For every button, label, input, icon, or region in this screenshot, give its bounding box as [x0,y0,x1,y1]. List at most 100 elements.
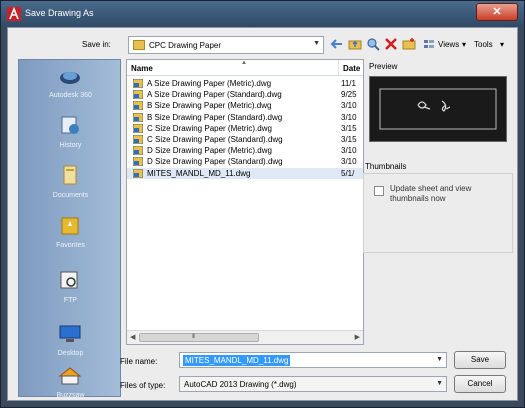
file-name: MITES_MANDL_MD_11.dwg [147,168,251,178]
dwg-file-icon [133,146,143,156]
file-name: D Size Drawing Paper (Standard).dwg [147,157,283,167]
back-arrow-icon[interactable] [330,37,344,51]
file-date: 3/10 [341,101,357,111]
chevron-down-icon: ▼ [436,380,443,387]
places-sidebar: Autodesk 360 History Documents Favorites… [18,59,122,399]
file-row[interactable]: A Size Drawing Paper (Metric).dwg 11/1 [127,78,363,89]
horizontal-scrollbar[interactable]: ◀ III ▶ [127,330,363,344]
cancel-button[interactable]: Cancel [454,375,506,393]
history-icon [61,116,79,134]
buzzsaw-icon [58,367,82,385]
dwg-file-icon [133,135,143,144]
place-documents[interactable]: Documents [19,160,122,216]
documents-icon [63,165,77,185]
dwg-file-icon [133,101,143,111]
scroll-grip: III [192,334,195,340]
file-row[interactable]: A Size Drawing Paper (Standard).dwg 9/25 [127,89,363,100]
file-date: 9/25 [341,90,357,100]
views-chevron-down-icon[interactable]: ▾ [462,40,466,49]
close-button[interactable]: ✕ [476,3,518,21]
cloud-icon [60,72,80,84]
file-row[interactable]: MITES_MANDL_MD_11.dwg 5/1/ [127,167,363,179]
update-thumbnails-label: Update sheet and view thumbnails now [390,184,472,203]
preview-pane [369,76,507,142]
place-history[interactable]: History [19,110,122,166]
dwg-file-icon [133,157,143,167]
title-bar[interactable]: Save Drawing As ✕ [1,1,524,27]
up-folder-icon[interactable] [348,37,362,51]
file-name-input[interactable]: MITES_MANDL_MD_11.dwg ▼ [179,352,447,368]
file-date: 3/15 [341,123,357,133]
file-list[interactable]: Name ▲ Date A Size Drawing Paper (Metric… [126,59,364,345]
place-autodesk-360[interactable]: Autodesk 360 [19,60,122,116]
place-buzzsaw[interactable]: Buzzsaw [19,360,122,408]
save-drawing-dialog: Save Drawing As ✕ Save in: CPC Drawing P… [0,0,525,408]
autocad-logo-icon [7,7,21,21]
file-name-label: File name: [120,357,158,366]
file-name: A Size Drawing Paper (Standard).dwg [147,90,282,100]
place-label: History [59,142,82,149]
place-favorites[interactable]: Favorites [19,210,122,266]
drawing-preview-image [379,88,497,130]
sort-ascending-icon: ▲ [241,60,247,66]
file-name-value: MITES_MANDL_MD_11.dwg [183,355,291,366]
dwg-file-icon [133,168,143,178]
folder-icon [133,40,145,50]
file-name: A Size Drawing Paper (Metric).dwg [147,79,272,88]
save-in-value: CPC Drawing Paper [149,41,222,50]
search-web-icon[interactable] [366,37,380,51]
file-row[interactable]: C Size Drawing Paper (Metric).dwg 3/15 [127,123,363,134]
views-menu[interactable]: Views [438,40,459,49]
file-row[interactable]: C Size Drawing Paper (Standard).dwg 3/15 [127,134,363,145]
place-label: Buzzsaw [56,392,85,399]
views-icon [424,40,434,48]
file-row[interactable]: B Size Drawing Paper (Metric).dwg 3/10 [127,100,363,111]
tools-chevron-down-icon[interactable]: ▾ [500,40,504,49]
preview-label: Preview [369,62,398,71]
file-date: 3/10 [341,146,357,156]
thumbnails-group: Update sheet and view thumbnails now [363,173,513,253]
place-ftp[interactable]: FTP [19,265,122,321]
tools-menu[interactable]: Tools [474,40,493,49]
file-name: B Size Drawing Paper (Standard).dwg [147,112,283,122]
column-header-date[interactable]: Date [339,60,363,76]
place-label: Documents [52,192,89,199]
file-date: 11/1 [341,79,356,88]
file-type-dropdown[interactable]: AutoCAD 2013 Drawing (*.dwg) ▼ [179,376,447,392]
save-in-dropdown[interactable]: CPC Drawing Paper ▼ [128,36,324,54]
file-date: 3/15 [341,135,357,144]
chevron-down-icon: ▼ [313,40,320,47]
file-name: C Size Drawing Paper (Standard).dwg [147,135,283,144]
ftp-icon [60,271,78,289]
file-date: 3/10 [341,112,357,122]
place-label: FTP [63,297,78,304]
dwg-file-icon [133,79,143,88]
file-name: B Size Drawing Paper (Metric).dwg [147,101,272,111]
place-label: Favorites [56,242,85,249]
thumbnails-label: Thumbnails [365,162,407,171]
favorites-icon [61,217,79,235]
dwg-file-icon [133,112,143,122]
place-label: Desktop [57,350,84,357]
file-type-label: Files of type: [120,381,166,390]
scroll-left-icon[interactable]: ◀ [130,333,135,341]
scroll-right-icon[interactable]: ▶ [355,333,360,341]
file-date: 5/1/ [341,168,355,178]
dialog-body: Save in: CPC Drawing Paper ▼ Views ▾ Too… [7,27,518,401]
dwg-file-icon [133,90,143,100]
desktop-icon [59,325,81,342]
update-thumbnails-checkbox[interactable] [374,186,384,196]
file-row[interactable]: D Size Drawing Paper (Metric).dwg 3/10 [127,145,363,156]
file-type-value: AutoCAD 2013 Drawing (*.dwg) [184,380,297,389]
new-folder-icon[interactable] [402,37,416,51]
file-name: D Size Drawing Paper (Metric).dwg [147,146,272,156]
dwg-file-icon [133,123,143,133]
scrollbar-thumb[interactable]: III [139,333,259,342]
file-row[interactable]: B Size Drawing Paper (Standard).dwg 3/10 [127,112,363,123]
file-row[interactable]: D Size Drawing Paper (Standard).dwg 3/10 [127,156,363,167]
column-header-name[interactable]: Name [127,60,339,76]
delete-icon[interactable] [384,37,398,51]
file-date: 3/10 [341,157,357,167]
chevron-down-icon[interactable]: ▼ [436,356,443,363]
save-button[interactable]: Save [454,351,506,369]
